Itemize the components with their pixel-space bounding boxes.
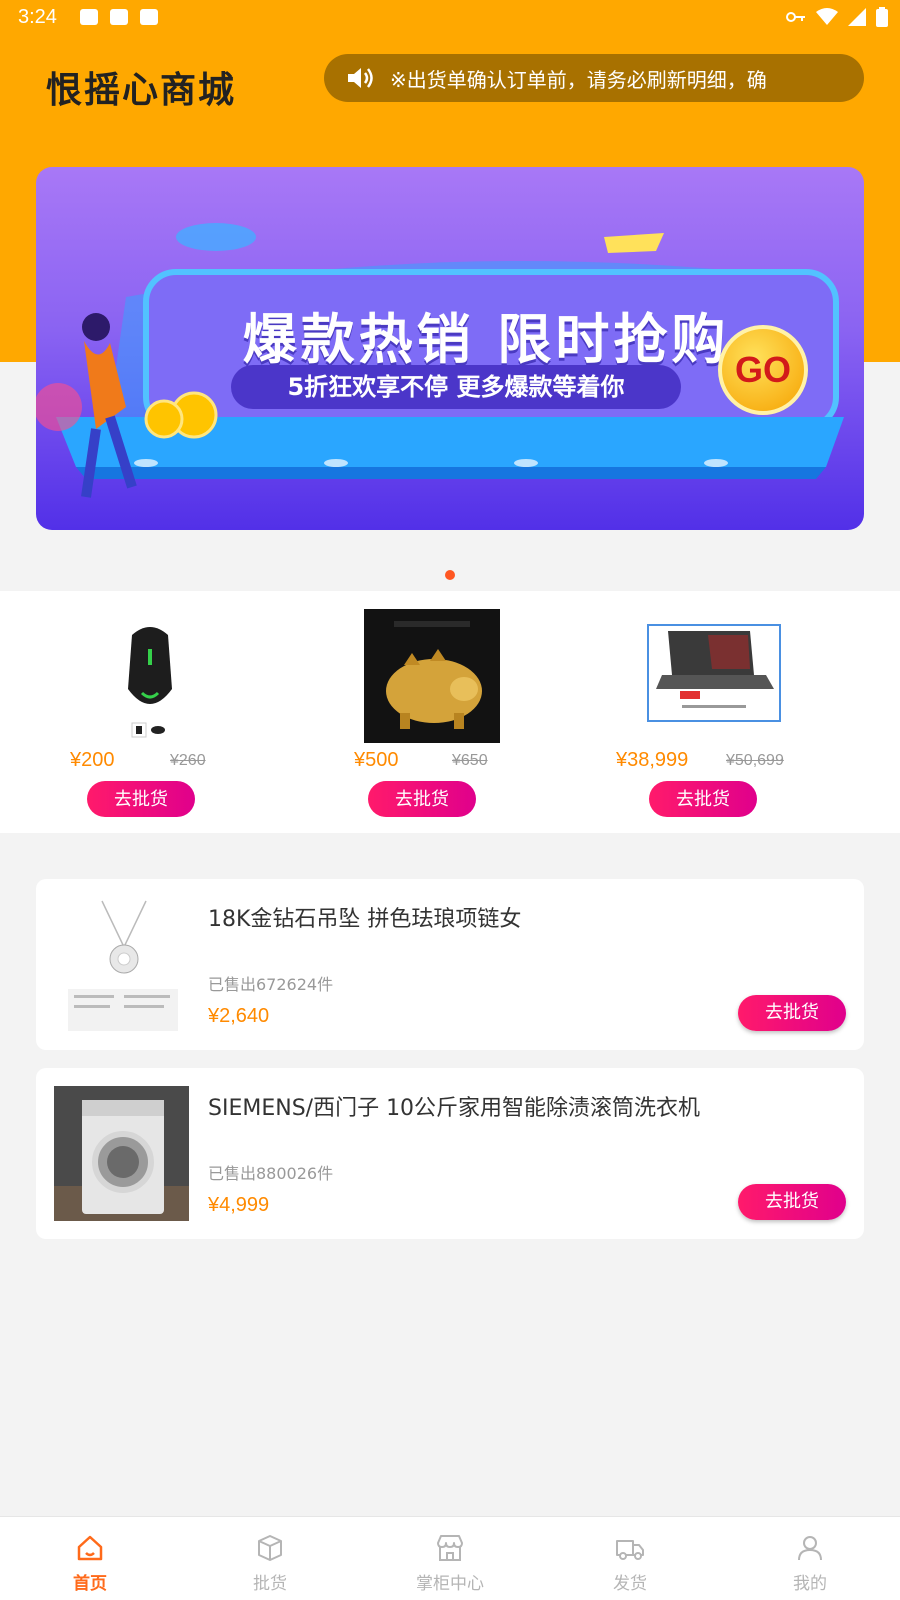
tab-label: 首页 [73, 1574, 107, 1594]
necklace-image [54, 897, 189, 1032]
tab-mine[interactable]: 我的 [720, 1517, 900, 1600]
hot-original-price: ¥650 [452, 752, 488, 769]
banner-title: 爆款热销 限时抢购 [242, 308, 730, 371]
status-time: 3:24 [18, 6, 57, 28]
banner-go-badge: GO [718, 325, 808, 415]
hot-product-card[interactable]: ¥500 ¥650 去批货 [282, 591, 582, 833]
home-icon [77, 1535, 103, 1561]
hot-price: ¥38,999 [616, 749, 689, 771]
message-notification-icon [140, 9, 158, 25]
carousel-indicator[interactable] [445, 570, 455, 580]
status-bar: 3:24 [0, 0, 900, 36]
wholesale-button[interactable]: 去批货 [368, 781, 476, 817]
tab-shopkeeper-center[interactable]: 掌柜中心 [360, 1517, 540, 1600]
notification-icons [80, 9, 158, 25]
wholesale-button[interactable]: 去批货 [649, 781, 757, 817]
truck-icon [616, 1540, 644, 1560]
laptop-image [647, 624, 781, 722]
tab-label: 发货 [613, 1574, 647, 1594]
product-title: SIEMENS/西门子 10公斤家用智能除渍滚筒洗衣机 [208, 1096, 701, 1121]
wifi-icon [816, 8, 838, 25]
product-list-item[interactable]: 18K金钻石吊坠 拼色珐琅项链女 已售出672624件 ¥2,640 去批货 [36, 879, 864, 1050]
product-title: 18K金钻石吊坠 拼色珐琅项链女 [208, 907, 522, 932]
app-logo: 恨摇心商城 [46, 64, 256, 111]
washing-machine-image [54, 1086, 189, 1221]
product-list-item[interactable]: SIEMENS/西门子 10公斤家用智能除渍滚筒洗衣机 已售出880026件 ¥… [36, 1068, 864, 1239]
tab-wholesale[interactable]: 批货 [180, 1517, 360, 1600]
user-icon [798, 1536, 822, 1561]
sold-count: 已售出880026件 [208, 1164, 334, 1183]
tab-home[interactable]: 首页 [0, 1517, 180, 1600]
system-icons [786, 7, 888, 27]
battery-icon [876, 7, 888, 27]
mouse-image [82, 609, 218, 743]
sold-count: 已售出672624件 [208, 975, 334, 994]
product-price: ¥2,640 [208, 1005, 270, 1027]
promo-banner[interactable]: 爆款热销 限时抢购 5折狂欢享不停 更多爆款等着你 GO [36, 167, 864, 530]
app-notification-icon [110, 9, 128, 25]
logo-text: 恨摇心商城 [46, 70, 237, 111]
notice-bar[interactable]: ※出货单确认订单前，请务必刷新明细，确 [324, 54, 864, 102]
hot-products-row: ¥200 ¥260 去批货 ¥500 ¥650 去批货 ¥38,999 ¥50,… [0, 591, 900, 833]
hot-product-card[interactable]: ¥38,999 ¥50,699 去批货 [564, 591, 864, 833]
tab-label: 批货 [253, 1574, 287, 1594]
hot-original-price: ¥260 [170, 752, 206, 769]
store-icon [437, 1535, 463, 1561]
hot-original-price: ¥50,699 [726, 752, 784, 769]
banner-subtitle: 5折狂欢享不停 更多爆款等着你 [231, 365, 681, 409]
gold-pig-image [364, 609, 500, 743]
hot-product-card[interactable]: ¥200 ¥260 去批货 [0, 591, 300, 833]
tab-label: 我的 [793, 1574, 827, 1594]
wholesale-button[interactable]: 去批货 [738, 1184, 846, 1220]
wholesale-button[interactable]: 去批货 [87, 781, 195, 817]
notice-text: ※出货单确认订单前，请务必刷新明细，确 [390, 67, 767, 92]
image-notification-icon [80, 9, 98, 25]
product-price: ¥4,999 [208, 1194, 270, 1216]
hot-price: ¥500 [354, 749, 399, 771]
box-icon [258, 1535, 282, 1561]
key-icon [786, 12, 805, 22]
speaker-icon [348, 68, 373, 88]
hot-price: ¥200 [70, 749, 115, 771]
tab-shipping[interactable]: 发货 [540, 1517, 720, 1600]
signal-icon [848, 8, 866, 26]
wholesale-button[interactable]: 去批货 [738, 995, 846, 1031]
tab-label: 掌柜中心 [416, 1574, 484, 1594]
bottom-tab-bar: 首页 批货 掌柜中心 发货 我的 [0, 1516, 900, 1600]
